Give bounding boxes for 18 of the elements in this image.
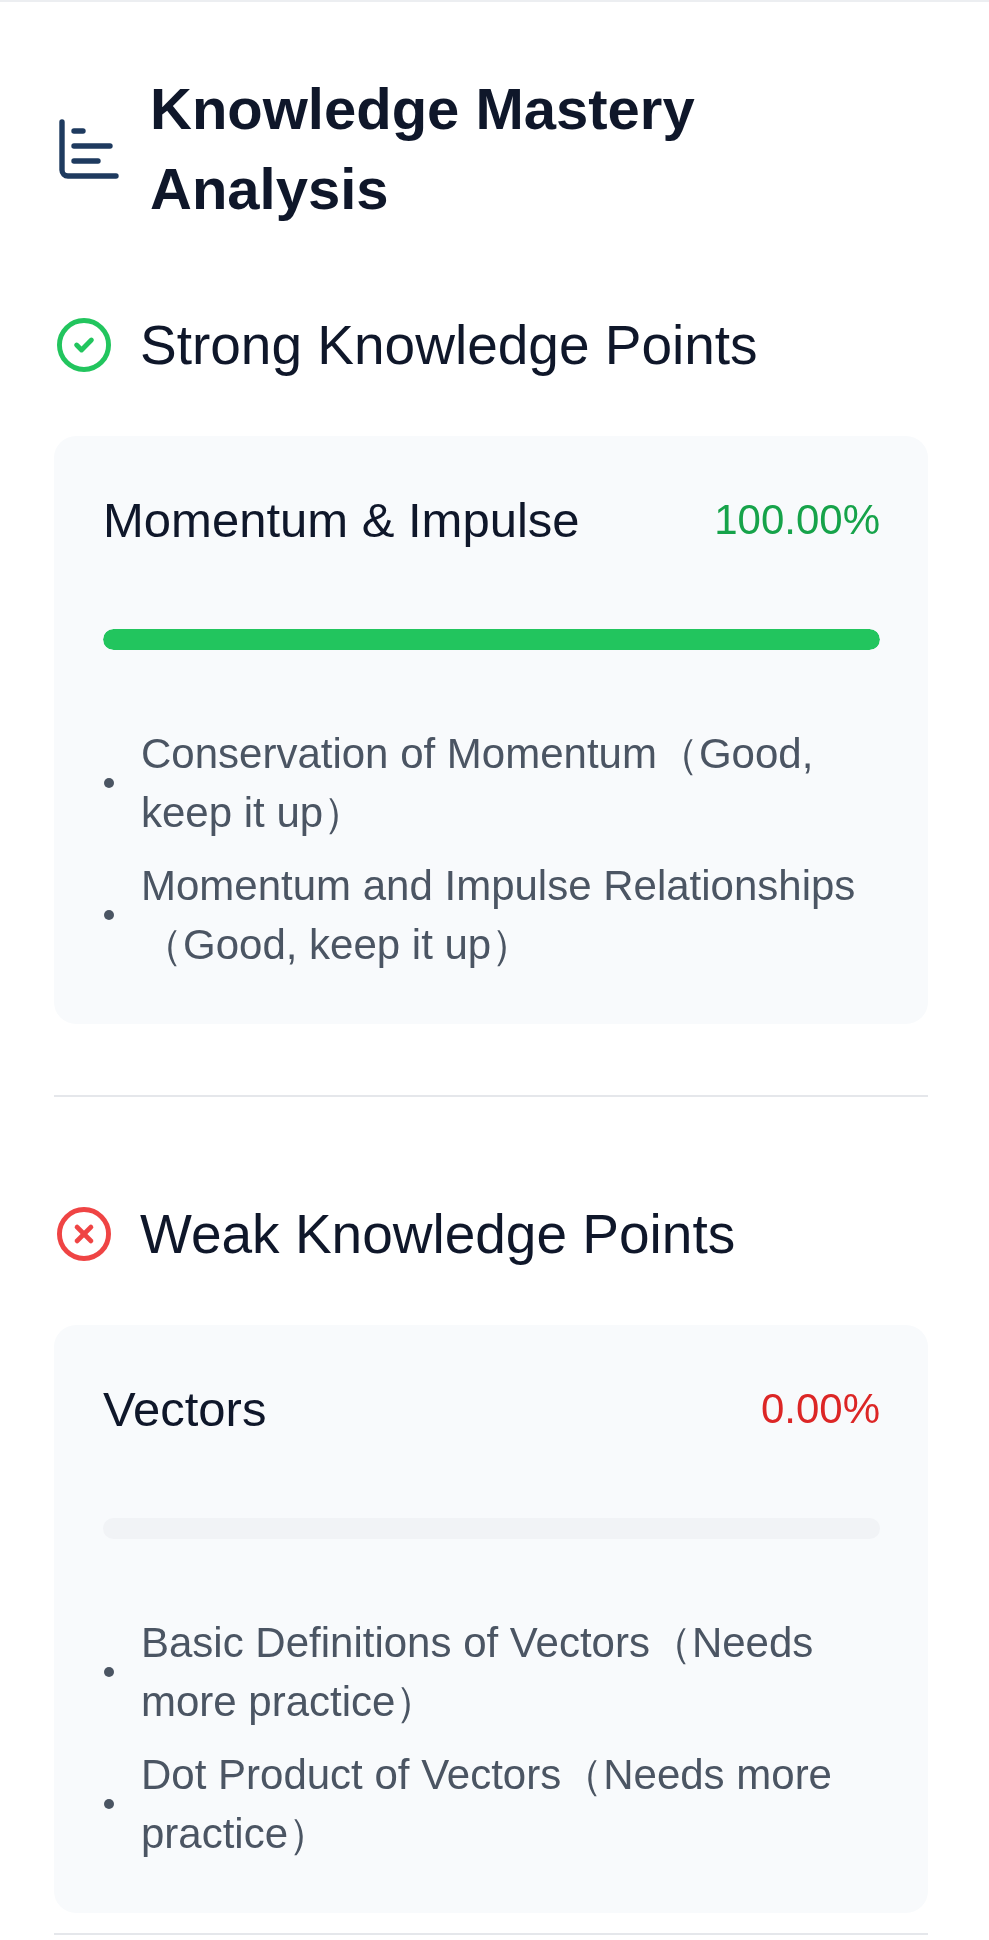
section-heading: Strong Knowledge Points (140, 313, 758, 378)
section-heading: Weak Knowledge Points (140, 1202, 736, 1267)
topic-name: Momentum & Impulse (103, 492, 580, 549)
mastery-percent: 0.00% (760, 1384, 880, 1434)
knowledge-point: Momentum and Impulse Relationships（Good, keep it up） (141, 861, 857, 970)
page-title: Knowledge Mastery Analysis (150, 75, 696, 223)
bar-chart-icon (59, 119, 119, 179)
bullet-icon (104, 1799, 114, 1809)
bullet-icon (104, 778, 114, 788)
knowledge-point: Dot Product of Vectors（Needs more practice） (141, 1750, 833, 1859)
bullet-icon (104, 1667, 114, 1677)
mastery-percent: 100.00% (714, 495, 880, 545)
bullet-icon (104, 910, 114, 920)
topic-name: Vectors (103, 1381, 267, 1438)
knowledge-point: Basic Definitions of Vectors（Needs more practice） (141, 1618, 815, 1727)
knowledge-point: Conservation of Momentum（Good, keep it up） (141, 729, 815, 838)
x-circle-icon (57, 1207, 111, 1261)
check-circle-icon (57, 318, 111, 372)
